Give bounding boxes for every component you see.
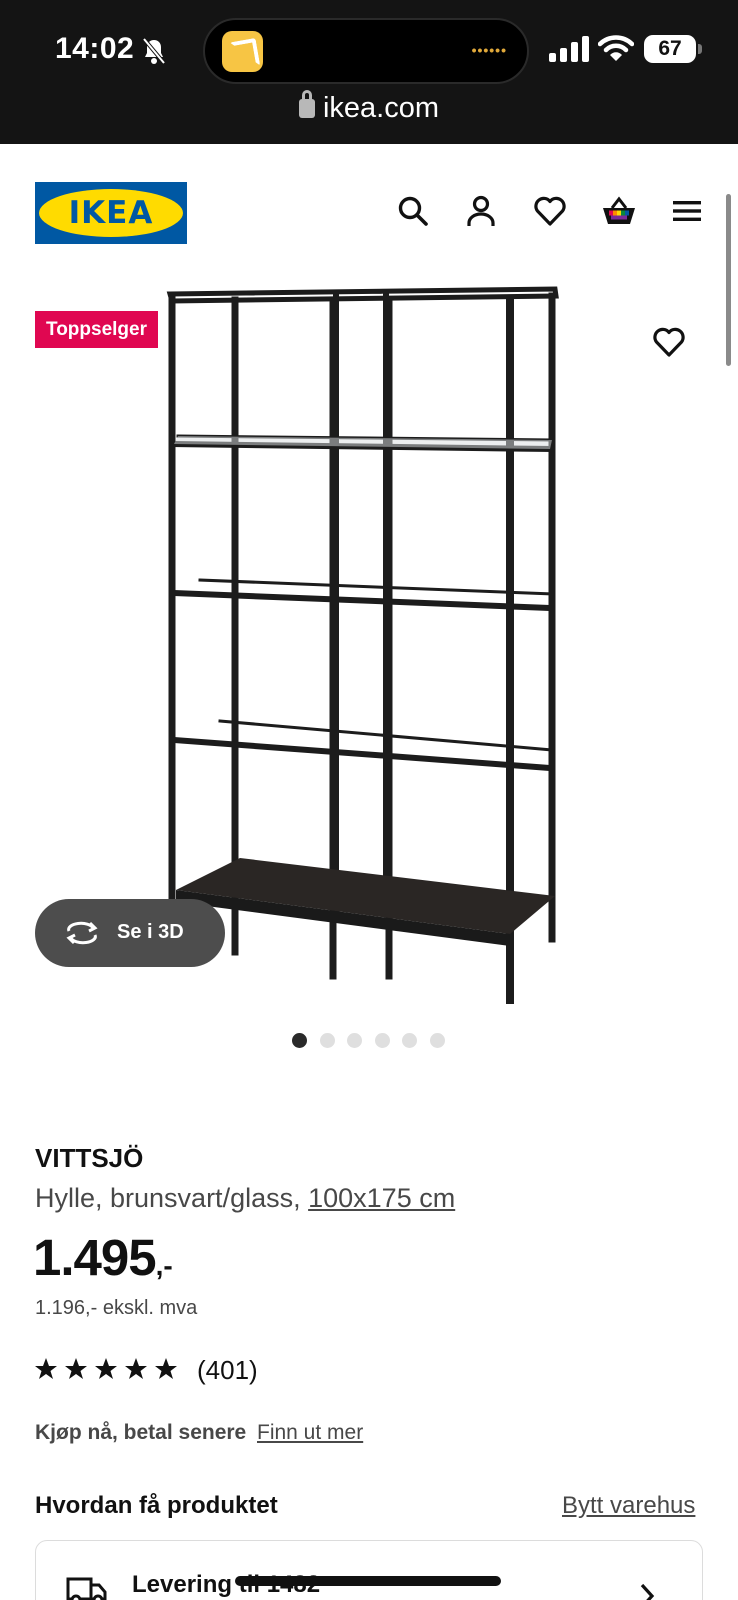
gallery-dot[interactable] bbox=[402, 1033, 417, 1048]
change-store-link[interactable]: Bytt varehus bbox=[562, 1492, 695, 1520]
url-text: ikea.com bbox=[322, 92, 440, 124]
dynamic-island[interactable]: •••••• bbox=[203, 18, 529, 84]
star-icon bbox=[155, 1358, 177, 1379]
fulfilment-heading: Hvordan få produktet bbox=[35, 1492, 278, 1519]
silent-bell-icon bbox=[142, 37, 166, 65]
bnpl-learn-more-link[interactable]: Finn ut mer bbox=[257, 1421, 363, 1445]
product-type: Hylle, brunsvart/glass, bbox=[35, 1183, 309, 1213]
add-to-wishlist-icon[interactable] bbox=[652, 326, 686, 358]
lock-icon bbox=[298, 90, 315, 118]
view-in-3d-button[interactable]: Se i 3D bbox=[35, 899, 225, 967]
star-icon bbox=[65, 1358, 87, 1379]
status-time: 14:02 bbox=[55, 32, 135, 65]
price-suffix: ,- bbox=[155, 1250, 173, 1281]
wifi-icon bbox=[598, 35, 634, 61]
home-indicator[interactable] bbox=[235, 1576, 501, 1586]
page-scrollbar[interactable] bbox=[726, 194, 731, 366]
gallery-dot[interactable] bbox=[347, 1033, 362, 1048]
review-count[interactable]: (401) bbox=[197, 1355, 258, 1386]
gallery-dot[interactable] bbox=[292, 1033, 307, 1048]
gallery-dot[interactable] bbox=[320, 1033, 335, 1048]
status-bar: 14:02 •••••• 67 ikea.com bbox=[0, 0, 738, 144]
gallery-dot[interactable] bbox=[430, 1033, 445, 1048]
account-icon[interactable] bbox=[464, 194, 498, 228]
search-icon[interactable] bbox=[396, 194, 430, 228]
product-dimensions-link[interactable]: 100x175 cm bbox=[308, 1183, 455, 1213]
price-ex-vat: 1.196,- ekskl. mva bbox=[35, 1297, 198, 1319]
rotate-3d-icon bbox=[66, 921, 98, 945]
rating-stars[interactable] bbox=[34, 1357, 184, 1383]
gallery-pagination bbox=[292, 1033, 452, 1049]
delivery-truck-icon bbox=[66, 1577, 107, 1600]
price-value: 1.495 bbox=[33, 1229, 157, 1286]
chevron-right-icon bbox=[640, 1583, 655, 1600]
topseller-badge: Toppselger bbox=[35, 311, 158, 348]
star-icon bbox=[35, 1358, 57, 1379]
delivery-option-card[interactable]: Levering til 1482 bbox=[35, 1540, 703, 1600]
basket-icon[interactable] bbox=[601, 194, 637, 228]
product-price: 1.495,- bbox=[33, 1228, 173, 1287]
ikea-logo[interactable]: IKEA bbox=[35, 182, 187, 244]
app-activity-icon bbox=[222, 31, 263, 72]
product-description: Hylle, brunsvart/glass, 100x175 cm bbox=[35, 1183, 455, 1214]
gallery-dot[interactable] bbox=[375, 1033, 390, 1048]
address-bar[interactable]: ikea.com bbox=[0, 90, 738, 125]
bnpl-label: Kjøp nå, betal senere bbox=[35, 1421, 247, 1444]
star-icon bbox=[95, 1358, 117, 1379]
cellular-signal-icon bbox=[549, 36, 589, 62]
wishlist-icon[interactable] bbox=[533, 194, 567, 228]
menu-icon[interactable] bbox=[670, 194, 704, 228]
star-icon bbox=[125, 1358, 147, 1379]
view-in-3d-label: Se i 3D bbox=[117, 921, 184, 943]
battery-indicator: 67 bbox=[644, 35, 702, 63]
product-name: VITTSJÖ bbox=[35, 1143, 144, 1173]
product-image[interactable] bbox=[160, 284, 580, 1004]
logo-text: IKEA bbox=[68, 195, 154, 231]
site-header: IKEA bbox=[0, 144, 738, 274]
activity-dots: •••••• bbox=[471, 42, 507, 58]
